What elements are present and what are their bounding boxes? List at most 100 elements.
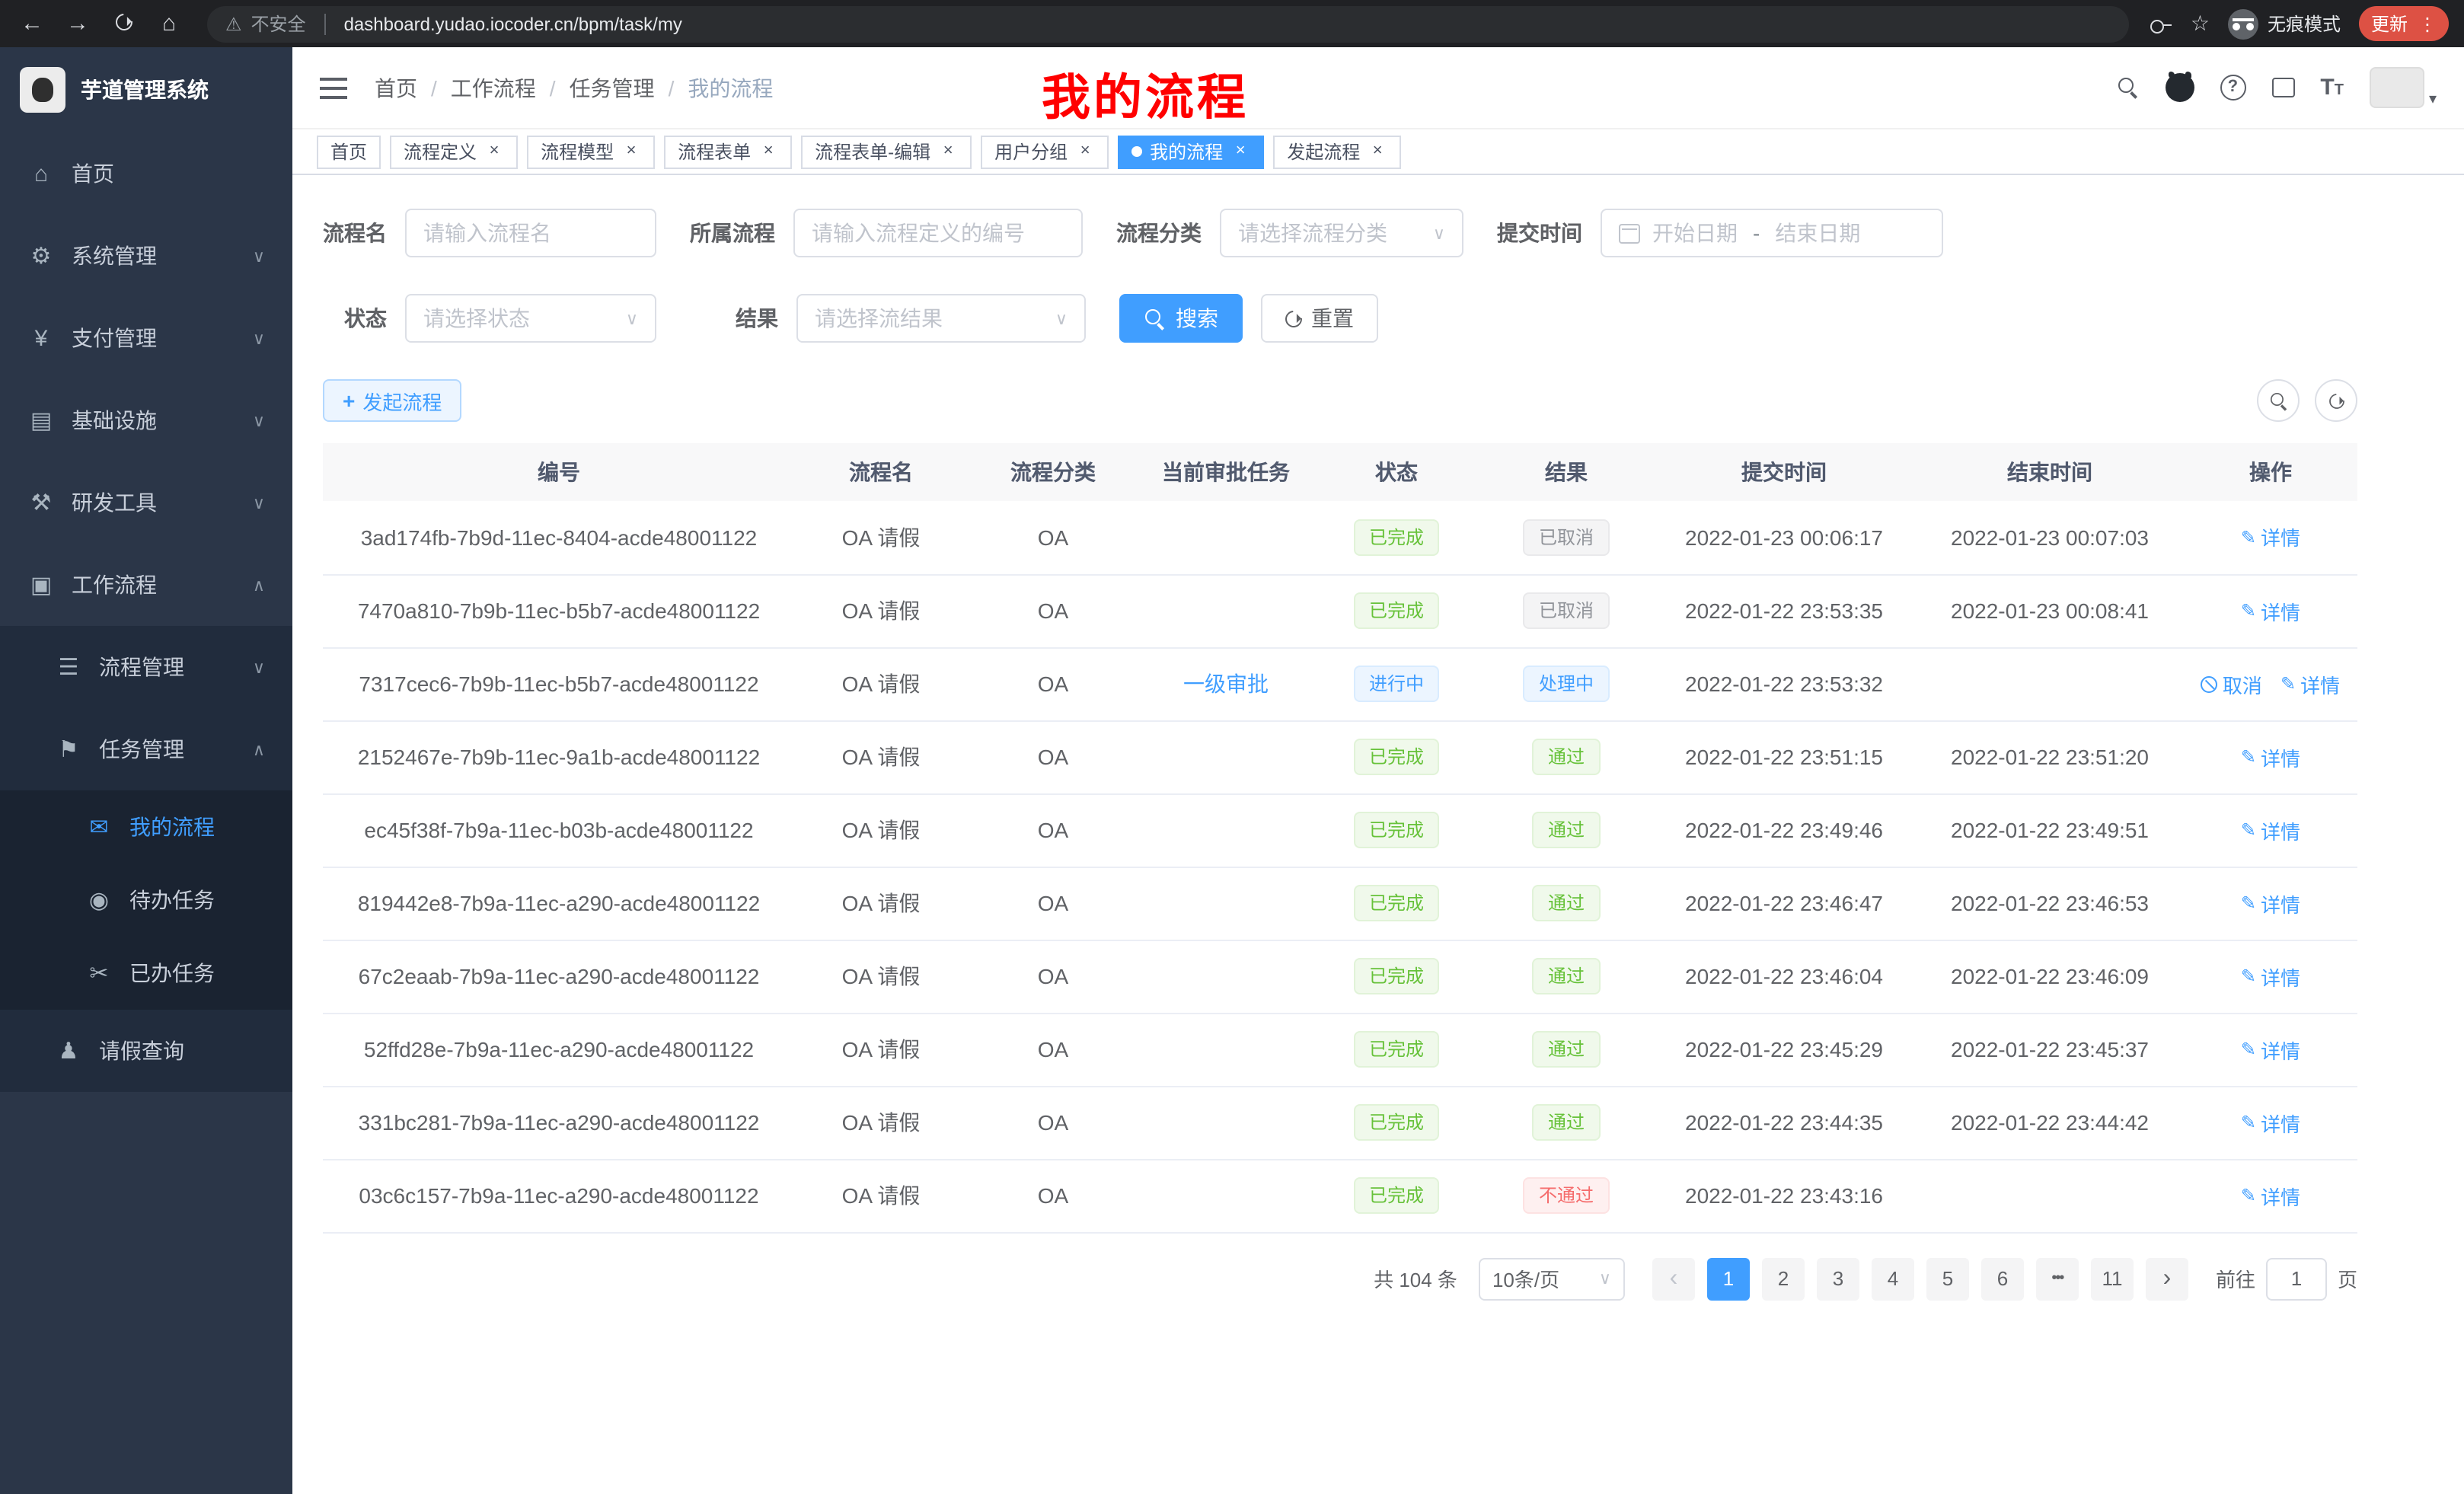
close-icon[interactable]: × <box>1075 142 1095 161</box>
date-range-picker[interactable]: 开始日期 - 结束日期 <box>1601 209 1943 257</box>
sidebar-item-my-process[interactable]: ✉ 我的流程 <box>0 790 292 864</box>
breadcrumb-home[interactable]: 首页 <box>375 72 417 103</box>
sidebar-item-devtools[interactable]: ⚒ 研发工具 ∨ <box>0 461 292 544</box>
detail-link[interactable]: ✎详情 <box>2241 1181 2300 1210</box>
update-button[interactable]: 更新 ⋮ <box>2359 6 2449 41</box>
detail-link[interactable]: ✎详情 <box>2241 523 2300 552</box>
sidebar-item-home[interactable]: ⌂ 首页 <box>0 132 292 215</box>
close-icon[interactable]: × <box>758 142 778 161</box>
sidebar-item-workflow[interactable]: ▣ 工作流程 ∧ <box>0 544 292 626</box>
sidebar-item-payment[interactable]: ¥ 支付管理 ∨ <box>0 297 292 379</box>
sidebar-item-leave-query[interactable]: ♟ 请假查询 <box>0 1010 292 1092</box>
cell-result: 通过 <box>1480 793 1652 867</box>
cell-name: OA 请假 <box>795 1159 967 1232</box>
search-icon[interactable] <box>2116 76 2139 99</box>
close-icon[interactable]: × <box>484 142 504 161</box>
tab-process-model[interactable]: 流程模型× <box>527 135 655 168</box>
close-icon[interactable]: × <box>938 142 958 161</box>
github-icon[interactable] <box>2165 73 2194 102</box>
font-size-icon[interactable]: TT <box>2320 76 2344 99</box>
tab-process-definition[interactable]: 流程定义× <box>390 135 518 168</box>
detail-link[interactable]: ✎详情 <box>2241 889 2300 918</box>
sidebar-item-process-management[interactable]: ☰ 流程管理 ∨ <box>0 626 292 708</box>
reset-button[interactable]: 重置 <box>1261 294 1378 343</box>
process-category-select[interactable]: 请选择流程分类 ∨ <box>1220 209 1463 257</box>
user-menu[interactable]: ▾ <box>2370 67 2437 108</box>
detail-link[interactable]: ✎详情 <box>2241 596 2300 625</box>
next-page-button[interactable]: › <box>2146 1257 2188 1300</box>
status-tag: 已完成 <box>1354 885 1439 921</box>
incognito-profile[interactable]: 无痕模式 <box>2228 8 2341 39</box>
cell-id: 2152467e-7b9b-11ec-9a1b-acde48001122 <box>323 720 795 793</box>
tab-user-group[interactable]: 用户分组× <box>981 135 1109 168</box>
tab-process-form-edit[interactable]: 流程表单-编辑× <box>801 135 972 168</box>
close-icon[interactable]: × <box>621 142 641 161</box>
top-navbar: 首页 / 工作流程 / 任务管理 / 我的流程 我的流程 ? TT <box>292 47 2464 129</box>
process-definition-input[interactable] <box>793 209 1083 257</box>
reload-icon[interactable] <box>107 11 140 37</box>
process-name-input[interactable] <box>405 209 656 257</box>
tab-my-process[interactable]: 我的流程× <box>1118 135 1264 168</box>
page-button-1[interactable]: 1 <box>1707 1257 1750 1300</box>
page-button-5[interactable]: 5 <box>1926 1257 1969 1300</box>
close-icon[interactable]: × <box>1230 142 1250 161</box>
breadcrumb-workflow[interactable]: 工作流程 <box>451 72 536 103</box>
page-size-select[interactable]: 10条/页 ∨ <box>1479 1257 1625 1300</box>
process-table: 编号 流程名 流程分类 当前审批任务 状态 结果 提交时间 结束时间 操作 <box>323 443 2357 1233</box>
detail-link[interactable]: ✎详情 <box>2241 816 2300 844</box>
browser-menu-icon[interactable]: ⋮ <box>2418 13 2437 34</box>
page-button-2[interactable]: 2 <box>1762 1257 1805 1300</box>
status-label: 状态 <box>344 303 405 334</box>
detail-link[interactable]: ✎详情 <box>2241 1108 2300 1137</box>
sidebar-item-task-management[interactable]: ⚑ 任务管理 ∧ <box>0 708 292 790</box>
cell-id: 819442e8-7b9a-11ec-a290-acde48001122 <box>323 867 795 940</box>
page-content: 流程名 所属流程 流程分类 请选择流程分类 ∨ <box>292 175 2464 1494</box>
browser-home-icon[interactable]: ⌂ <box>152 11 186 37</box>
page-button-3[interactable]: 3 <box>1817 1257 1859 1300</box>
cell-id: 7470a810-7b9b-11ec-b5b7-acde48001122 <box>323 574 795 647</box>
tab-process-form[interactable]: 流程表单× <box>664 135 792 168</box>
cancel-link[interactable]: 取消 <box>2201 669 2262 698</box>
fullscreen-icon[interactable] <box>2271 78 2294 97</box>
password-key-icon[interactable] <box>2151 18 2172 30</box>
detail-link[interactable]: ✎详情 <box>2241 742 2300 771</box>
close-icon[interactable]: × <box>1368 142 1387 161</box>
detail-link[interactable]: ✎详情 <box>2280 669 2340 698</box>
page-button-6[interactable]: 6 <box>1981 1257 2024 1300</box>
tab-home[interactable]: 首页 <box>317 135 381 168</box>
refresh-table-button[interactable] <box>2315 379 2357 422</box>
current-task-link[interactable]: 一级审批 <box>1183 669 1269 699</box>
chevron-down-icon: ∨ <box>253 493 265 512</box>
bookmark-star-icon[interactable]: ☆ <box>2191 11 2210 37</box>
app-logo[interactable]: 芋道管理系统 <box>0 47 292 132</box>
toggle-search-button[interactable] <box>2257 379 2300 422</box>
sidebar-item-system[interactable]: ⚙ 系统管理 ∨ <box>0 215 292 297</box>
detail-link[interactable]: ✎详情 <box>2241 1035 2300 1064</box>
warning-icon: ⚠ <box>225 13 242 34</box>
edit-icon: ✎ <box>2241 819 2256 841</box>
status-select[interactable]: 请选择状态 ∨ <box>405 294 656 343</box>
cell-end-time <box>1916 647 2184 720</box>
incognito-label: 无痕模式 <box>2268 11 2341 37</box>
more-pages-button[interactable]: ••• <box>2036 1257 2079 1300</box>
prev-page-button[interactable]: ‹ <box>1652 1257 1695 1300</box>
detail-link[interactable]: ✎详情 <box>2241 962 2300 991</box>
address-bar[interactable]: ⚠ 不安全 dashboard.yudao.iocoder.cn/bpm/tas… <box>207 5 2130 42</box>
hamburger-icon[interactable] <box>320 77 350 98</box>
search-button[interactable]: 搜索 <box>1119 294 1243 343</box>
tab-start-process[interactable]: 发起流程× <box>1273 135 1401 168</box>
breadcrumb-task-management[interactable]: 任务管理 <box>570 72 655 103</box>
page-button-11[interactable]: 11 <box>2091 1257 2134 1300</box>
goto-page-input[interactable] <box>2266 1257 2327 1300</box>
page-button-4[interactable]: 4 <box>1872 1257 1914 1300</box>
help-icon[interactable]: ? <box>2220 75 2245 101</box>
workflow-submenu: ☰ 流程管理 ∨ ⚑ 任务管理 ∧ ✉ 我的流程 ◉ 待办任务 <box>0 626 292 1092</box>
dashboard-icon: ⌂ <box>27 161 55 187</box>
create-process-button[interactable]: + 发起流程 <box>323 379 461 422</box>
back-icon[interactable]: ← <box>15 11 49 37</box>
sidebar-item-infrastructure[interactable]: ▤ 基础设施 ∨ <box>0 379 292 461</box>
forward-icon[interactable]: → <box>61 11 94 37</box>
sidebar-item-done-tasks[interactable]: ✂ 已办任务 <box>0 937 292 1010</box>
sidebar-item-todo-tasks[interactable]: ◉ 待办任务 <box>0 864 292 937</box>
result-select[interactable]: 请选择流结果 ∨ <box>796 294 1086 343</box>
